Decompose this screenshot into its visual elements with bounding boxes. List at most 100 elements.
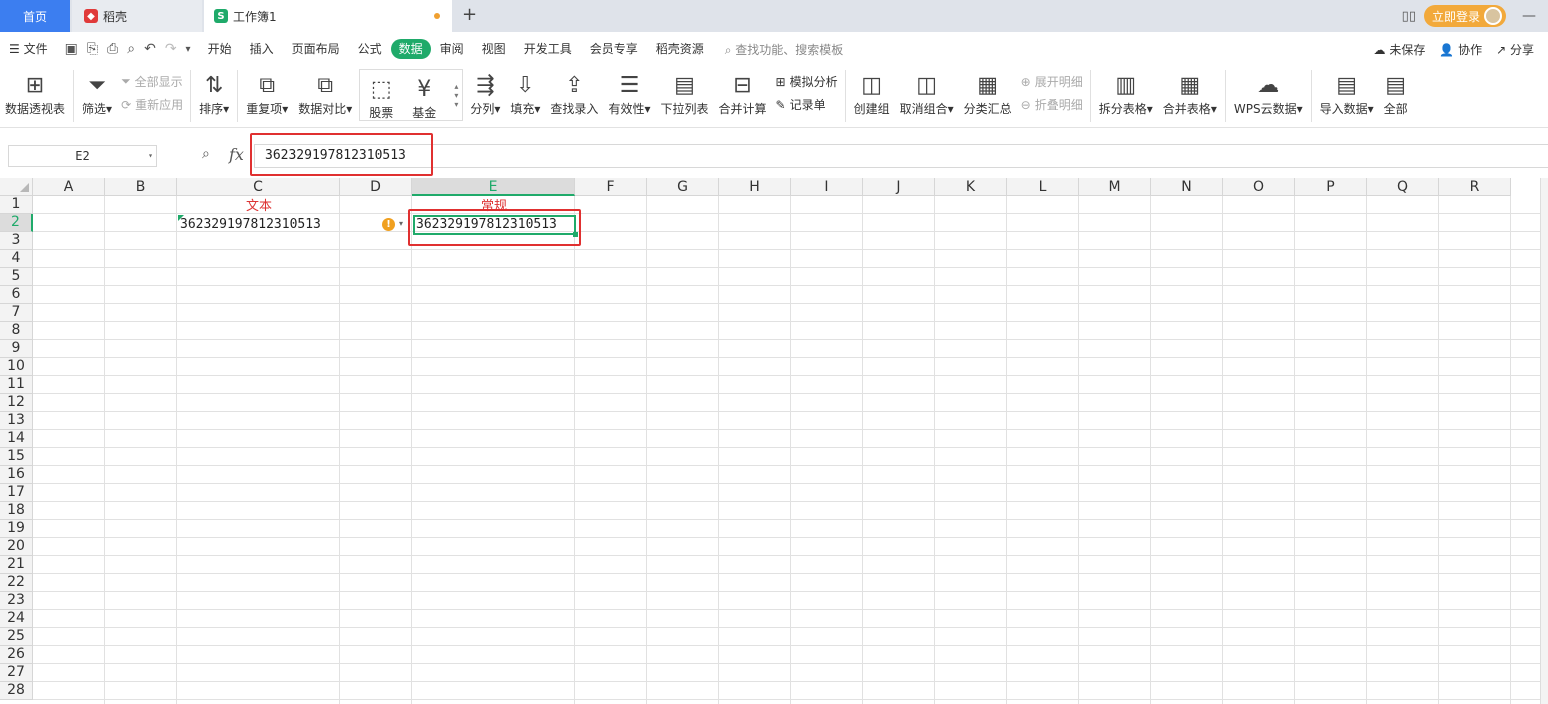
column-header-N[interactable]: N	[1151, 178, 1223, 196]
select-all-corner[interactable]	[0, 178, 33, 196]
row-header-8[interactable]: 8	[0, 322, 33, 340]
subtotal-button[interactable]: ▦ 分类汇总	[959, 66, 1017, 124]
row-header-17[interactable]: 17	[0, 484, 33, 502]
more-icon[interactable]: ▾	[186, 44, 191, 55]
collapse-detail-button[interactable]: ⊖ 折叠明细	[1021, 96, 1083, 113]
import-data-button[interactable]: ▤ 导入数据▾	[1315, 66, 1379, 124]
menu-developer[interactable]: 开发工具	[515, 39, 581, 59]
tab-home[interactable]: 首页	[0, 0, 70, 32]
column-header-D[interactable]: D	[340, 178, 412, 196]
print-icon[interactable]: ⎙	[107, 41, 118, 57]
share-button[interactable]: ↗ 分享	[1496, 41, 1534, 58]
column-header-G[interactable]: G	[647, 178, 719, 196]
stock-button[interactable]: ⬚ 股票	[364, 70, 398, 127]
row-header-18[interactable]: 18	[0, 502, 33, 520]
layout-icon[interactable]: ▯▯	[1402, 9, 1416, 24]
create-group-button[interactable]: ◫ 创建组	[849, 66, 895, 124]
vertical-scrollbar[interactable]	[1540, 178, 1548, 704]
row-header-23[interactable]: 23	[0, 592, 33, 610]
column-header-P[interactable]: P	[1295, 178, 1367, 196]
search-box[interactable]: ⌕ 查找功能、搜索模板	[725, 41, 844, 58]
expand-detail-button[interactable]: ⊕ 展开明细	[1021, 73, 1083, 90]
row-header-7[interactable]: 7	[0, 304, 33, 322]
filter-button[interactable]: ⏷ 筛选▾	[77, 66, 117, 124]
column-header-I[interactable]: I	[791, 178, 863, 196]
merge-table-button[interactable]: ▦ 合并表格▾	[1158, 66, 1222, 124]
row-header-11[interactable]: 11	[0, 376, 33, 394]
menu-review[interactable]: 审阅	[431, 39, 473, 59]
menu-formula[interactable]: 公式	[349, 39, 391, 59]
column-header-R[interactable]: R	[1439, 178, 1511, 196]
row-header-6[interactable]: 6	[0, 286, 33, 304]
row-header-27[interactable]: 27	[0, 664, 33, 682]
formula-input[interactable]: 362329197812310513	[254, 144, 1548, 168]
column-header-M[interactable]: M	[1079, 178, 1151, 196]
new-tab-plus-icon[interactable]: +	[462, 4, 477, 25]
split-column-button[interactable]: ⇶ 分列▾	[465, 66, 505, 124]
row-header-15[interactable]: 15	[0, 448, 33, 466]
unsaved-button[interactable]: ☁ 未保存	[1373, 41, 1425, 58]
row-header-12[interactable]: 12	[0, 394, 33, 412]
column-header-F[interactable]: F	[575, 178, 647, 196]
tab-daoke[interactable]: ◆ 稻壳	[72, 0, 202, 32]
whatif-button[interactable]: ⊞ 模拟分析	[776, 73, 838, 90]
record-form-button[interactable]: ✎ 记录单	[776, 96, 838, 113]
name-box[interactable]: E2 ▾	[8, 145, 157, 167]
row-header-9[interactable]: 9	[0, 340, 33, 358]
menu-insert[interactable]: 插入	[241, 39, 283, 59]
chevron-down-icon[interactable]: ▾	[399, 219, 403, 228]
minimize-icon[interactable]: —	[1522, 8, 1536, 24]
menu-start[interactable]: 开始	[199, 39, 241, 59]
validity-button[interactable]: ☰ 有效性▾	[603, 66, 655, 124]
row-header-3[interactable]: 3	[0, 232, 33, 250]
chevron-down-icon[interactable]: ▾	[148, 146, 153, 166]
row-header-5[interactable]: 5	[0, 268, 33, 286]
fill-button[interactable]: ⇩ 填充▾	[505, 66, 545, 124]
undo-icon[interactable]: ↶	[144, 41, 156, 57]
zoom-search-icon[interactable]: ⌕	[202, 146, 210, 162]
dropdown-list-button[interactable]: ▤ 下拉列表	[655, 66, 713, 124]
row-header-14[interactable]: 14	[0, 430, 33, 448]
cell-C2[interactable]: 362329197812310513	[180, 216, 321, 234]
row-header-4[interactable]: 4	[0, 250, 33, 268]
menu-member[interactable]: 会员专享	[581, 39, 647, 59]
wps-cloud-data-button[interactable]: ☁ WPS云数据▾	[1229, 66, 1308, 124]
column-header-H[interactable]: H	[719, 178, 791, 196]
menu-daoke-resources[interactable]: 稻壳资源	[647, 39, 713, 59]
collab-button[interactable]: 👤 协作	[1439, 41, 1482, 58]
gallery-scroll-icon[interactable]: ▴ ▾ ▾	[450, 70, 458, 120]
column-header-L[interactable]: L	[1007, 178, 1079, 196]
row-header-22[interactable]: 22	[0, 574, 33, 592]
split-table-button[interactable]: ▥ 拆分表格▾	[1094, 66, 1158, 124]
redo-icon[interactable]: ↷	[165, 41, 177, 57]
login-button[interactable]: 立即登录	[1423, 5, 1506, 27]
row-header-10[interactable]: 10	[0, 358, 33, 376]
warning-icon[interactable]: !	[382, 218, 395, 231]
row-header-13[interactable]: 13	[0, 412, 33, 430]
file-menu[interactable]: ☰ 文件	[0, 39, 57, 59]
fx-icon[interactable]: fx	[229, 145, 244, 164]
sort-button[interactable]: ⇅ 排序▾	[194, 66, 234, 124]
fund-button[interactable]: ¥ 基金	[398, 70, 450, 127]
reapply-button[interactable]: ⟳ 重新应用	[121, 96, 183, 113]
row-header-26[interactable]: 26	[0, 646, 33, 664]
menu-page-layout[interactable]: 页面布局	[283, 39, 349, 59]
row-header-1[interactable]: 1	[0, 196, 33, 214]
export-icon[interactable]: ⎘	[87, 41, 98, 57]
ungroup-button[interactable]: ◫ 取消组合▾	[895, 66, 959, 124]
row-header-19[interactable]: 19	[0, 520, 33, 538]
column-header-C[interactable]: C	[177, 178, 340, 196]
row-header-24[interactable]: 24	[0, 610, 33, 628]
all-button[interactable]: ▤ 全部	[1379, 66, 1413, 124]
column-header-K[interactable]: K	[935, 178, 1007, 196]
pivot-button[interactable]: ⊞ 数据透视表	[0, 66, 70, 124]
row-header-2[interactable]: 2	[0, 214, 33, 232]
show-all-button[interactable]: ⏷ 全部显示	[121, 73, 183, 90]
row-header-20[interactable]: 20	[0, 538, 33, 556]
cell-C1[interactable]: 文本	[178, 198, 340, 216]
compare-button[interactable]: ⧉ 数据对比▾	[293, 66, 357, 124]
column-header-E[interactable]: E	[412, 178, 575, 196]
duplicates-button[interactable]: ⧉ 重复项▾	[241, 66, 293, 124]
row-header-28[interactable]: 28	[0, 682, 33, 700]
column-header-Q[interactable]: Q	[1367, 178, 1439, 196]
